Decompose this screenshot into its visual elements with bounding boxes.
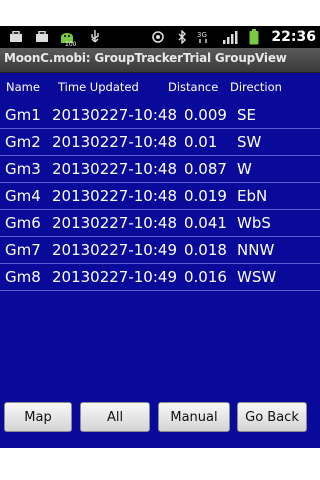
header-distance: Distance bbox=[168, 80, 219, 94]
table-row[interactable]: Gm2 20130227-10:48 0.01 SW bbox=[0, 130, 320, 156]
table-header: Name Time Updated Distance Direction bbox=[0, 80, 320, 98]
row-time: 20130227-10:49 bbox=[52, 268, 177, 286]
row-direction: EbN bbox=[237, 187, 268, 205]
status-time: 22:36 bbox=[271, 29, 316, 45]
row-name: Gm3 bbox=[5, 160, 41, 178]
row-name: Gm6 bbox=[5, 214, 41, 232]
row-time: 20130227-10:48 bbox=[52, 106, 177, 124]
header-time-updated: Time Updated bbox=[58, 80, 139, 94]
gps-icon bbox=[150, 30, 166, 44]
table-row[interactable]: Gm4 20130227-10:48 0.019 EbN bbox=[0, 184, 320, 210]
row-distance: 0.087 bbox=[184, 160, 227, 178]
row-time: 20130227-10:48 bbox=[52, 133, 177, 151]
download-badge: 100 bbox=[65, 40, 77, 48]
title-bar: MoonC.mobi: GroupTrackerTrial GroupView bbox=[0, 48, 320, 73]
row-direction: SW bbox=[237, 133, 262, 151]
row-distance: 0.009 bbox=[184, 106, 227, 124]
row-distance: 0.019 bbox=[184, 187, 227, 205]
map-button[interactable]: Map bbox=[4, 402, 72, 432]
table-row[interactable]: Gm7 20130227-10:49 0.018 NNW bbox=[0, 238, 320, 264]
row-time: 20130227-10:49 bbox=[52, 241, 177, 259]
row-time: 20130227-10:48 bbox=[52, 160, 177, 178]
row-time: 20130227-10:48 bbox=[52, 214, 177, 232]
svg-text:3G: 3G bbox=[197, 31, 207, 39]
row-distance: 0.041 bbox=[184, 214, 227, 232]
bluetooth-icon bbox=[176, 30, 188, 44]
row-name: Gm8 bbox=[5, 268, 41, 286]
row-distance: 0.018 bbox=[184, 241, 227, 259]
table-row[interactable]: Gm8 20130227-10:49 0.016 WSW bbox=[0, 265, 320, 291]
row-direction: NNW bbox=[237, 241, 275, 259]
briefcase-icon bbox=[8, 30, 24, 44]
row-name: Gm4 bbox=[5, 187, 41, 205]
row-name: Gm7 bbox=[5, 241, 41, 259]
all-button[interactable]: All bbox=[80, 402, 150, 432]
go-back-button[interactable]: Go Back bbox=[237, 402, 307, 432]
app-title: MoonC.mobi: GroupTrackerTrial GroupView bbox=[4, 51, 287, 65]
row-direction: WSW bbox=[237, 268, 277, 286]
row-name: Gm2 bbox=[5, 133, 41, 151]
briefcase-icon bbox=[34, 30, 50, 44]
row-distance: 0.016 bbox=[184, 268, 227, 286]
signal-icon bbox=[222, 30, 238, 44]
usb-icon bbox=[88, 30, 102, 44]
row-name: Gm1 bbox=[5, 106, 41, 124]
status-bar: 100 3G 22:36 bbox=[0, 26, 320, 48]
row-direction: WbS bbox=[237, 214, 271, 232]
row-direction: SE bbox=[237, 106, 256, 124]
table-row[interactable]: Gm3 20130227-10:48 0.087 W bbox=[0, 157, 320, 183]
row-distance: 0.01 bbox=[184, 133, 218, 151]
header-direction: Direction bbox=[230, 80, 282, 94]
table-row[interactable]: Gm1 20130227-10:48 0.009 SE bbox=[0, 103, 320, 129]
table-row[interactable]: Gm6 20130227-10:48 0.041 WbS bbox=[0, 211, 320, 237]
row-time: 20130227-10:48 bbox=[52, 187, 177, 205]
row-direction: W bbox=[237, 160, 252, 178]
manual-button[interactable]: Manual bbox=[158, 402, 230, 432]
battery-icon bbox=[248, 29, 260, 45]
network-3g-icon: 3G bbox=[196, 30, 212, 44]
header-name: Name bbox=[6, 80, 40, 94]
